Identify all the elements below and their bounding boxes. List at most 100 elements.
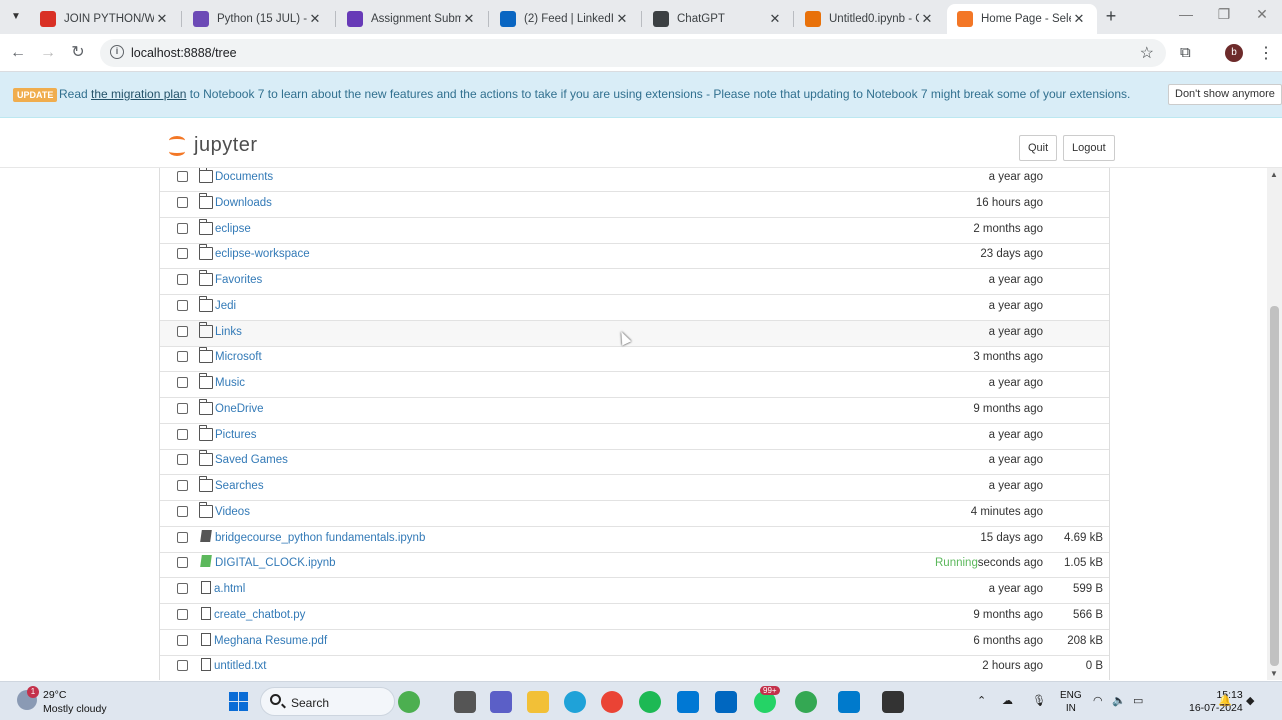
file-row[interactable]: eclipse-workspace 23 days ago [160, 243, 1109, 270]
page-scrollbar[interactable]: ▲ ▼ [1267, 168, 1282, 680]
file-row[interactable]: eclipse 2 months ago [160, 218, 1109, 244]
row-checkbox[interactable] [177, 402, 188, 414]
row-checkbox[interactable] [177, 428, 188, 440]
browser-tab[interactable]: (2) Feed | LinkedIn ✕ [490, 4, 640, 34]
file-name-link[interactable]: Pictures [215, 429, 257, 441]
file-name-link[interactable]: DIGITAL_CLOCK.ipynb [215, 557, 336, 569]
site-info-icon[interactable]: i [110, 45, 124, 59]
extensions-icon[interactable]: ⧉ [1180, 44, 1191, 61]
outlook-icon[interactable] [677, 691, 699, 713]
volume-icon[interactable]: 🔈 [1112, 694, 1126, 707]
edge-icon[interactable] [564, 691, 586, 713]
file-name-link[interactable]: create_chatbot.py [214, 609, 305, 621]
file-name-link[interactable]: a.html [214, 583, 245, 595]
file-row[interactable]: Documents a year ago [160, 168, 1109, 192]
file-row[interactable]: Favorites a year ago [160, 269, 1109, 295]
palm-tree-widget-icon[interactable] [398, 691, 420, 713]
browser-tab[interactable]: Home Page - Select✕ [947, 4, 1097, 34]
scroll-down-icon[interactable]: ▼ [1270, 669, 1278, 678]
file-name-link[interactable]: OneDrive [215, 403, 264, 415]
file-row[interactable]: Pictures a year ago [160, 424, 1109, 450]
file-row[interactable]: Music a year ago [160, 372, 1109, 398]
file-name-link[interactable]: Searches [215, 480, 264, 492]
file-name-link[interactable]: Microsoft [215, 351, 262, 363]
file-row[interactable]: a.html a year ago 599 B [160, 578, 1109, 604]
file-row[interactable]: Saved Games a year ago [160, 449, 1109, 476]
file-row[interactable]: create_chatbot.py 9 months ago 566 B [160, 604, 1109, 630]
browser-tab[interactable]: Assignment Submiss✕ [337, 4, 487, 34]
tab-close-icon[interactable]: ✕ [307, 11, 323, 27]
language-indicator[interactable]: ENG IN [1060, 689, 1082, 715]
row-checkbox[interactable] [177, 351, 188, 363]
file-row[interactable]: DIGITAL_CLOCK.ipynb Running seconds ago 1.0… [160, 552, 1109, 579]
file-row[interactable]: Microsoft 3 months ago [160, 346, 1109, 373]
microphone-icon[interactable]: 🎙 [1032, 694, 1046, 707]
url-text[interactable]: localhost:8888/tree [131, 46, 237, 60]
tab-close-icon[interactable]: ✕ [154, 11, 170, 27]
weather-description[interactable]: Mostly cloudy [43, 703, 107, 715]
bookmark-star-icon[interactable]: ☆ [1140, 43, 1154, 63]
file-name-link[interactable]: Jedi [215, 300, 236, 312]
browser-tab[interactable]: JOIN PYTHON/WEB✕ [30, 4, 180, 34]
file-name-link[interactable]: Links [215, 326, 242, 338]
back-icon[interactable]: ← [8, 43, 28, 63]
row-checkbox[interactable] [177, 325, 188, 337]
chrome-icon[interactable] [601, 691, 623, 713]
copilot-icon[interactable]: ◆ [1246, 694, 1254, 707]
row-checkbox[interactable] [177, 377, 188, 388]
row-checkbox[interactable] [177, 454, 188, 466]
close-window-icon[interactable]: ✕ [1252, 6, 1272, 23]
maximize-icon[interactable]: ❐ [1214, 6, 1234, 23]
start-button-icon[interactable] [229, 692, 248, 711]
tab-search-icon[interactable]: ▼ [6, 7, 26, 27]
file-name-link[interactable]: Favorites [215, 274, 262, 286]
cloud-icon[interactable]: ☁ [1002, 694, 1013, 707]
row-checkbox[interactable] [177, 608, 188, 620]
file-name-link[interactable]: Music [215, 377, 245, 389]
browser-tab[interactable]: Untitled0.ipynb - Co✕ [795, 4, 945, 34]
new-tab-button[interactable]: + [1101, 7, 1121, 27]
battery-icon[interactable]: ▭ [1133, 694, 1143, 707]
file-explorer-icon[interactable] [527, 691, 549, 713]
task-view-icon[interactable] [454, 691, 476, 713]
row-checkbox[interactable] [177, 660, 188, 672]
forward-icon[interactable]: → [38, 43, 58, 63]
file-name-link[interactable]: Documents [215, 171, 273, 183]
system-clock[interactable]: 15:13 16-07-2024 [1189, 689, 1243, 715]
file-row[interactable]: Links a year ago [160, 320, 1109, 347]
terminal-icon[interactable] [882, 691, 904, 713]
browser-tab[interactable]: ChatGPT ✕ [643, 4, 793, 34]
wifi-icon[interactable]: ◠ [1093, 694, 1103, 707]
row-checkbox[interactable] [177, 505, 188, 517]
file-name-link[interactable]: Videos [215, 506, 250, 518]
file-name-link[interactable]: eclipse [215, 223, 251, 235]
row-checkbox[interactable] [177, 299, 188, 311]
dont-show-anymore-button[interactable]: Don't show anymore [1168, 84, 1282, 105]
taskbar-search[interactable]: Search [260, 687, 395, 716]
tab-close-icon[interactable]: ✕ [919, 11, 935, 27]
weather-temperature[interactable]: 29°C [43, 689, 66, 701]
tab-close-icon[interactable]: ✕ [1071, 11, 1087, 27]
file-name-link[interactable]: Saved Games [215, 454, 288, 466]
file-name-link[interactable]: eclipse-workspace [215, 248, 310, 260]
logout-button[interactable]: Logout [1063, 135, 1115, 161]
file-row[interactable]: Meghana Resume.pdf 6 months ago 208 kB [160, 630, 1109, 656]
notifications-bell-icon[interactable]: 🔔 [1218, 694, 1232, 707]
scroll-up-icon[interactable]: ▲ [1270, 170, 1278, 179]
row-checkbox[interactable] [177, 480, 188, 491]
browser-tab[interactable]: Python (15 JUL) - Ch✕ [183, 4, 333, 34]
store-icon[interactable] [715, 691, 737, 713]
jupyter-logo[interactable]: jupyter [168, 134, 258, 157]
minimize-icon[interactable]: — [1176, 6, 1196, 22]
file-row[interactable]: Searches a year ago [160, 475, 1109, 501]
file-row[interactable]: bridgecourse_python fundamentals.ipynb 15… [160, 527, 1109, 553]
tab-close-icon[interactable]: ✕ [767, 11, 783, 27]
row-checkbox[interactable] [177, 171, 188, 182]
tab-close-icon[interactable]: ✕ [614, 11, 630, 27]
spotify-icon[interactable] [639, 691, 661, 713]
tab-close-icon[interactable]: ✕ [461, 11, 477, 27]
chrome-profile-icon[interactable] [795, 691, 817, 713]
profile-avatar[interactable]: b [1225, 44, 1243, 62]
file-name-link[interactable]: untitled.txt [214, 660, 266, 672]
file-name-link[interactable]: bridgecourse_python fundamentals.ipynb [215, 532, 425, 544]
